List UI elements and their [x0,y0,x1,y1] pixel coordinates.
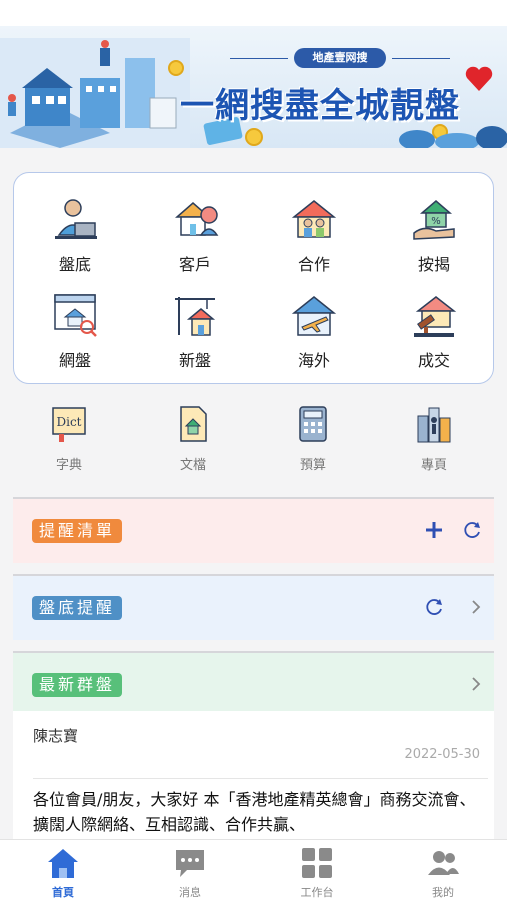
dict-book-icon: Dict [52,407,86,442]
tab-label: 首頁 [52,886,74,899]
bottom-tab-bar: 首頁 消息 工作台 我的 [0,839,507,900]
reminder-list-section: 提醒清單 [13,497,494,563]
chevron-right-icon[interactable] [463,671,489,697]
grid-item-label: 海外 [297,351,330,370]
banner-tag: 地產壹网搜 [294,48,386,68]
grid-item-label: 盤底 [58,255,91,274]
new-building-crane-icon [175,297,216,336]
grid-item-transactions[interactable]: 成交 [384,291,484,371]
profile-people-icon [428,851,459,875]
tool-dictionary[interactable]: Dict 字典 [29,404,109,473]
grid-item-label: 成交 [417,351,450,370]
overseas-plane-house-icon [291,296,337,336]
mortgage-percent-house-icon: % [413,200,455,240]
tab-messages[interactable]: 消息 [150,846,230,900]
tool-homepage[interactable]: 專頁 [394,404,474,473]
grid-item-label: 網盤 [58,351,91,370]
tool-documents[interactable]: 文檔 [153,404,233,473]
grid-item-listings[interactable]: 盤底 [25,195,125,275]
promo-banner[interactable]: 地產壹网搜 一網搜盡全城靚盤 [0,26,507,148]
refresh-icon[interactable] [421,594,447,620]
grid-item-label: 合作 [297,255,330,274]
grid-item-cooperation[interactable]: 合作 [264,195,364,275]
banner-divider [392,58,450,59]
grid-item-clients[interactable]: 客戶 [145,195,245,275]
city-illustration-icon [0,38,190,148]
grid-item-label: 客戶 [178,255,211,274]
tool-budget[interactable]: 預算 [273,404,353,473]
grid-item-mortgage[interactable]: % 按揭 [384,195,484,275]
house-partnership-icon [291,200,337,238]
tab-label: 消息 [179,886,201,899]
house-with-people-icon [175,202,219,236]
listing-reminder-section[interactable]: 盤底提醒 [13,574,494,640]
svg-text:Dict: Dict [56,415,81,429]
main-feature-grid: 盤底 客戶 合作 % 按揭 網盤 新盤 海外 成交 [13,172,494,384]
chevron-right-icon[interactable] [463,594,489,620]
grid-item-label: 按揭 [417,255,450,274]
group-listing-post[interactable]: 陳志寶 2022-05-30 各位會員/朋友，大家好 本「香港地產精英總會」商務… [13,711,494,841]
deal-gavel-house-icon [414,296,457,337]
tool-label: 文檔 [179,458,206,473]
leaves-decoration-icon [399,126,507,148]
document-icon [180,406,207,442]
chat-bubble-icon [176,850,204,877]
tab-label: 我的 [432,886,454,899]
web-house-search-icon [54,294,97,337]
tool-label: 專頁 [420,458,447,473]
post-body: 各位會員/朋友，大家好 本「香港地產精英總會」商務交流會、擴闊人際網絡、互相認識… [33,790,476,834]
svg-text:%: % [431,216,441,227]
section-title: 最新群盤 [32,673,123,697]
tab-label: 工作台 [300,886,334,899]
section-title: 盤底提醒 [32,596,123,620]
post-date: 2022-05-30 [404,747,480,762]
status-bar [0,0,507,26]
coin-icon [168,60,184,76]
add-icon[interactable] [421,517,447,543]
calculator-icon [299,406,327,442]
tab-workbench[interactable]: 工作台 [277,846,357,900]
tab-profile[interactable]: 我的 [403,846,483,900]
agent-at-laptop-icon [55,199,97,239]
home-icon [48,849,78,878]
post-divider [33,778,488,779]
grid-item-label: 新盤 [178,351,211,370]
tab-home[interactable]: 首頁 [23,846,103,900]
workbench-grid-icon [302,848,332,878]
grid-item-overseas[interactable]: 海外 [264,291,364,371]
tool-label: 字典 [55,458,82,473]
refresh-icon[interactable] [459,517,485,543]
heart-icon[interactable] [465,66,493,92]
grid-item-new-listings[interactable]: 新盤 [145,291,245,371]
post-author: 陳志寶 [33,727,79,745]
section-title: 提醒清單 [32,519,123,543]
grid-item-web-listings[interactable]: 網盤 [25,291,125,371]
latest-group-listing-section[interactable]: 最新群盤 [13,651,494,713]
banner-divider [230,58,288,59]
buildings-icon [417,407,451,443]
coin-icon [245,128,263,146]
tool-label: 預算 [299,458,326,473]
